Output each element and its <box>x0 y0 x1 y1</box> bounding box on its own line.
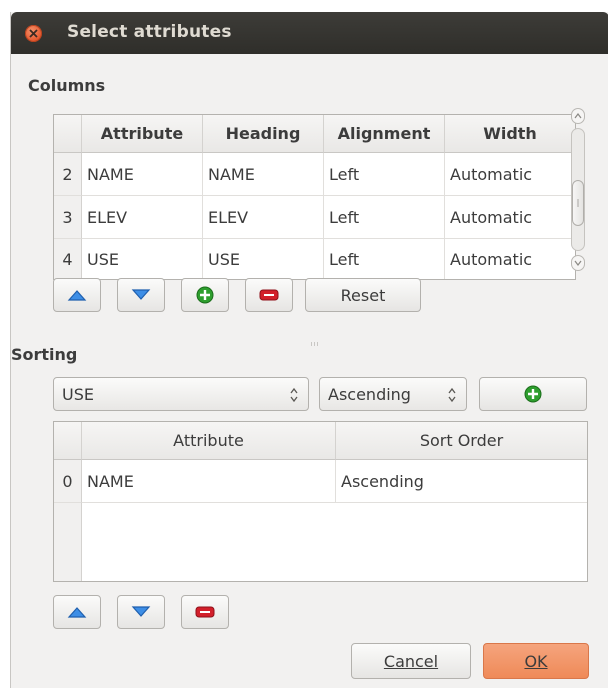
table-cell-attribute[interactable]: ELEV <box>82 196 203 239</box>
move-up-button[interactable] <box>53 278 101 312</box>
table-cell-width[interactable]: Automatic <box>445 196 575 239</box>
columns-corner-header <box>54 115 82 153</box>
minus-icon <box>259 289 279 301</box>
column-header-alignment[interactable]: Alignment <box>324 115 445 153</box>
sort-move-down-button[interactable] <box>117 595 165 629</box>
table-cell-width[interactable]: Automatic <box>445 153 575 196</box>
spin-arrows-icon <box>448 387 456 403</box>
select-attributes-dialog: Select attributes Columns Attribute Head… <box>10 12 608 688</box>
table-cell-heading[interactable]: NAME <box>203 153 324 196</box>
column-header-heading[interactable]: Heading <box>203 115 324 153</box>
sort-attribute-value: USE <box>62 384 94 404</box>
table-cell-attribute[interactable]: USE <box>82 239 203 279</box>
cancel-button[interactable]: Cancel <box>351 643 471 679</box>
table-cell-alignment[interactable]: Left <box>324 239 445 279</box>
row-header[interactable]: 2 <box>54 153 82 196</box>
table-cell-heading[interactable]: ELEV <box>203 196 324 239</box>
title-bar: Select attributes <box>11 12 608 54</box>
table-cell-attribute[interactable]: NAME <box>82 153 203 196</box>
splitter-handle[interactable] <box>311 342 321 346</box>
arrow-down-icon <box>131 606 151 617</box>
sort-move-up-button[interactable] <box>53 595 101 629</box>
ok-button[interactable]: OK <box>483 643 589 679</box>
table-cell-alignment[interactable]: Left <box>324 196 445 239</box>
columns-scrollbar[interactable] <box>569 108 587 271</box>
sort-header-attribute[interactable]: Attribute <box>82 422 336 460</box>
sort-remove-button[interactable] <box>181 595 229 629</box>
sort-order-value: Ascending <box>328 384 411 404</box>
close-icon[interactable] <box>25 25 42 42</box>
remove-column-button[interactable] <box>245 278 293 312</box>
scroll-thumb[interactable] <box>572 180 584 226</box>
arrow-down-icon <box>131 289 151 300</box>
sort-header-order[interactable]: Sort Order <box>336 422 587 460</box>
add-column-button[interactable] <box>181 278 229 312</box>
scroll-down-button[interactable] <box>571 255 585 271</box>
row-header[interactable]: 3 <box>54 196 82 239</box>
table-cell-width[interactable]: Automatic <box>445 239 575 279</box>
dialog-title: Select attributes <box>67 22 232 42</box>
table-cell-heading[interactable]: USE <box>203 239 324 279</box>
sorting-table: Attribute Sort Order 0 NAME Ascending <box>53 421 588 582</box>
empty-row-header-area <box>54 503 82 581</box>
reset-button[interactable]: Reset <box>305 278 421 312</box>
table-cell-sort-order[interactable]: Ascending <box>336 460 587 503</box>
plus-icon <box>196 286 214 304</box>
add-sort-button[interactable] <box>479 377 587 411</box>
table-cell-attribute[interactable]: NAME <box>82 460 336 503</box>
sort-attribute-combo[interactable]: USE <box>53 377 309 411</box>
column-header-attribute[interactable]: Attribute <box>82 115 203 153</box>
move-down-button[interactable] <box>117 278 165 312</box>
columns-section-label: Columns <box>28 76 106 95</box>
plus-icon <box>524 385 542 403</box>
row-header[interactable]: 4 <box>54 239 82 279</box>
column-header-width[interactable]: Width <box>445 115 575 153</box>
spin-arrows-icon <box>290 387 298 403</box>
arrow-up-icon <box>67 290 87 301</box>
row-header[interactable]: 0 <box>54 460 82 503</box>
columns-table: Attribute Heading Alignment Width 2 NAME… <box>53 114 576 280</box>
scroll-up-button[interactable] <box>571 108 585 124</box>
sort-order-combo[interactable]: Ascending <box>319 377 467 411</box>
sorting-section-label: Sorting <box>11 345 78 364</box>
minus-icon <box>195 606 215 618</box>
sorting-corner-header <box>54 422 82 460</box>
table-cell-alignment[interactable]: Left <box>324 153 445 196</box>
arrow-up-icon <box>67 607 87 618</box>
